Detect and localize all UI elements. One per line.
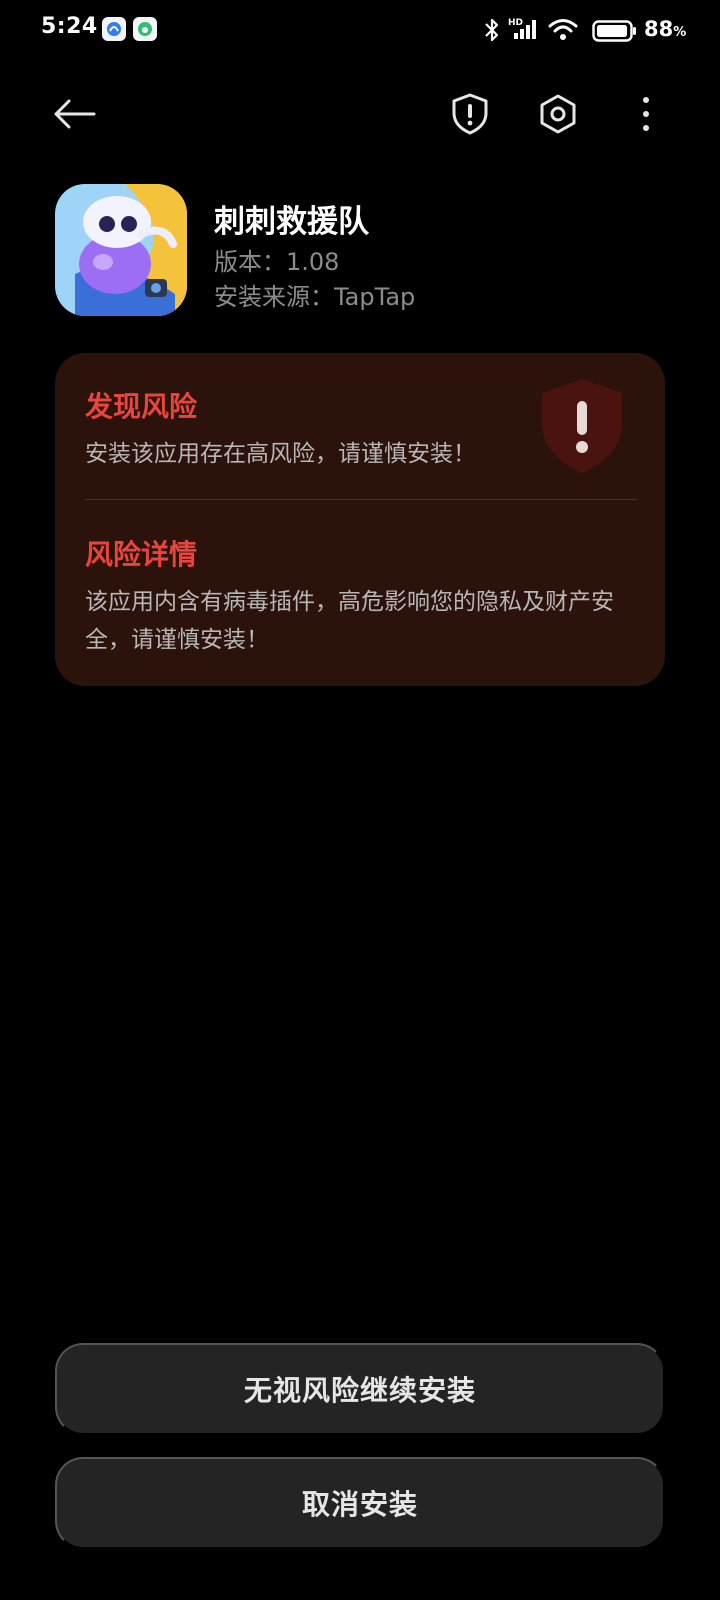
battery-percentage: 88%	[644, 17, 687, 41]
status-bar: 5:24 HD 88%	[0, 0, 720, 62]
app-install-source: 安装来源：TapTap	[214, 283, 416, 311]
risk-found-title: 发现风险	[85, 390, 198, 423]
wifi-icon	[548, 19, 578, 40]
app-icon	[55, 184, 187, 316]
settings-button[interactable]	[532, 86, 584, 142]
back-button[interactable]	[46, 86, 102, 142]
warning-shield-icon	[542, 379, 622, 473]
security-button[interactable]	[444, 86, 496, 142]
hd-signal-icon: HD	[508, 18, 536, 39]
app-name: 刺刺救援队	[214, 204, 369, 240]
app-version: 版本：1.08	[214, 248, 340, 276]
bluetooth-icon	[485, 18, 499, 42]
risk-details-text: 该应用内含有病毒插件，高危影响您的隐私及财产安全，请谨慎安装！	[85, 589, 614, 653]
cancel-install-button[interactable]: 取消安装	[55, 1457, 665, 1549]
hexagon-settings-icon	[540, 94, 576, 134]
status-time: 5:24	[41, 14, 98, 39]
notification-app-icon	[102, 17, 126, 41]
risk-found-text: 安装该应用存在高风险，请谨慎安装！	[85, 441, 476, 467]
risk-card: 发现风险 安装该应用存在高风险，请谨慎安装！ 风险详情 该应用内含有病毒插件，高…	[55, 353, 665, 686]
more-vertical-icon	[643, 97, 649, 131]
risk-divider	[85, 499, 637, 500]
risk-details-title: 风险详情	[85, 538, 198, 571]
notification-app-icon	[133, 17, 157, 41]
back-arrow-icon	[54, 99, 96, 129]
svg-text:HD: HD	[508, 18, 523, 28]
ignore-risk-continue-install-button[interactable]: 无视风险继续安装	[55, 1343, 665, 1435]
battery-icon	[592, 20, 636, 42]
shield-alert-icon	[452, 93, 488, 135]
more-options-button[interactable]	[628, 86, 664, 142]
